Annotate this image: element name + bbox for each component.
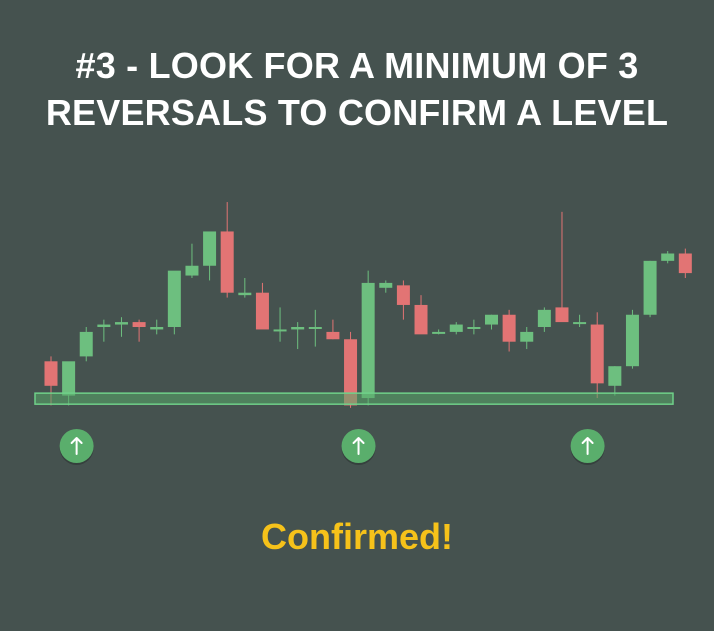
candle-body [467, 327, 481, 329]
reversal-marker [570, 429, 605, 465]
bearish-candle [555, 211, 569, 323]
support-zone [34, 392, 674, 405]
candle-body [396, 285, 410, 305]
bullish-candle [308, 309, 322, 347]
candles-group [44, 202, 692, 408]
candle-body [625, 314, 639, 367]
bullish-candle [537, 307, 551, 332]
bearish-candle [132, 319, 146, 342]
bullish-candle [520, 327, 534, 350]
candle-body [661, 253, 675, 261]
bearish-candle [502, 309, 516, 352]
bearish-candle [414, 295, 428, 335]
candle-body [326, 331, 340, 340]
bearish-candle [396, 280, 410, 320]
candle-body [643, 260, 657, 315]
bearish-candle [255, 282, 269, 330]
candle-body [379, 282, 393, 288]
candle-body [167, 270, 181, 327]
bullish-candle [449, 322, 463, 335]
bullish-candle [114, 317, 128, 337]
bullish-candle [97, 319, 111, 342]
candle-body [308, 327, 322, 329]
candle-body [291, 327, 305, 330]
candle-body [414, 304, 428, 335]
candle-body [573, 322, 587, 325]
reversal-marker [341, 429, 376, 465]
bullish-candle [185, 243, 199, 278]
candle-body [185, 265, 199, 276]
candle-body [537, 309, 551, 327]
bullish-candle [150, 319, 164, 335]
candle-body [79, 331, 93, 357]
bullish-candle [661, 251, 675, 264]
candle-body [502, 314, 516, 342]
bearish-candle [590, 312, 604, 399]
bullish-candle [625, 309, 639, 369]
bullish-candle [291, 322, 305, 350]
reversal-marker [59, 429, 94, 465]
candle-body [238, 292, 252, 296]
candle-body [520, 331, 534, 342]
caption-confirmed: Confirmed! [261, 516, 453, 557]
bullish-candle [432, 329, 446, 335]
bullish-candle [608, 366, 622, 396]
bullish-candle [467, 319, 481, 335]
bullish-candle [485, 314, 498, 330]
bullish-candle [573, 314, 587, 327]
candle-body [150, 327, 164, 330]
candle-body [361, 282, 375, 399]
bullish-candle [238, 278, 252, 298]
bearish-candle [220, 202, 234, 298]
candle-body [97, 324, 111, 327]
candle-body [608, 366, 622, 386]
bullish-candle [379, 280, 393, 293]
candle-body [555, 307, 569, 323]
candle-body [220, 231, 234, 293]
candle-body [132, 322, 146, 327]
bullish-candle [361, 270, 375, 406]
bullish-candle [167, 270, 181, 335]
candle-body [449, 324, 463, 332]
bearish-candle [326, 319, 340, 340]
candle-body [432, 331, 446, 334]
candle-body [44, 361, 58, 386]
bearish-candle [678, 248, 692, 278]
candle-body [590, 324, 604, 384]
candle-body [114, 322, 128, 325]
bullish-candle [203, 231, 217, 281]
bullish-candle [273, 307, 287, 342]
candle-body [678, 253, 692, 274]
bullish-candle [79, 327, 93, 362]
candle-body [485, 314, 498, 325]
candle-body [273, 329, 287, 332]
candle-body [255, 292, 269, 330]
candle-body [203, 231, 217, 266]
candle-body [62, 361, 76, 396]
bullish-candle [643, 260, 657, 318]
